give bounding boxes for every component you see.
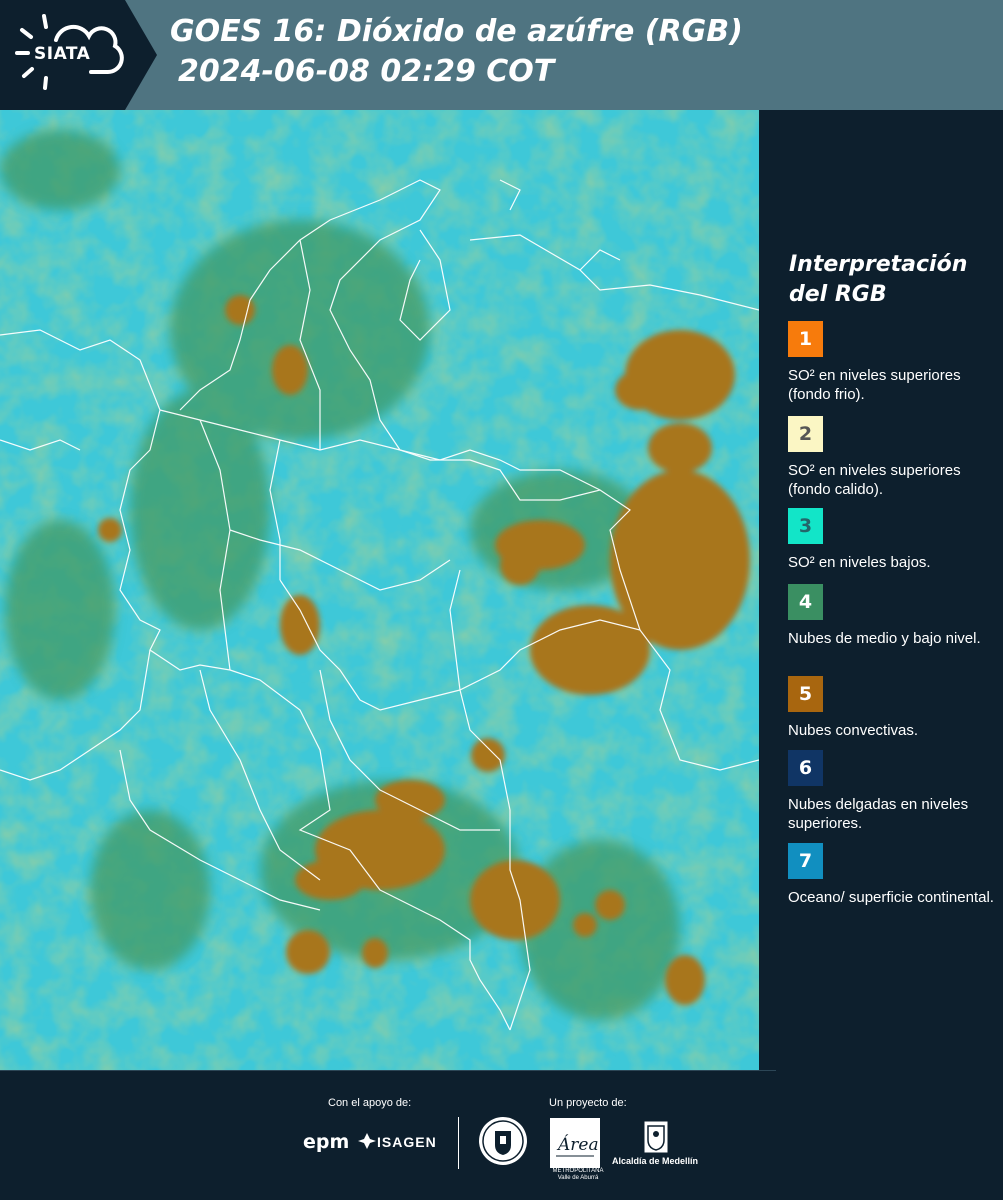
area-logo-text: Área xyxy=(556,1134,599,1155)
legend-swatch-6: 6 xyxy=(788,750,823,786)
legend-label-4: Nubes de medio y bajo nivel. xyxy=(788,630,981,647)
siata-logo-text: SIATA xyxy=(34,44,91,64)
legend-title-line2: del RGB xyxy=(789,282,887,307)
legend-swatch-4: 4 xyxy=(788,584,823,620)
legend-swatch-5: 5 xyxy=(788,676,823,712)
medellin-seal-icon xyxy=(479,1117,527,1165)
alcaldia-shield-icon xyxy=(643,1120,669,1154)
area-subtext-line1: METROPOLITANA xyxy=(552,1168,604,1174)
legend-item-2: 2 SO² en niveles superiores (fondo calid… xyxy=(788,416,998,499)
page-timestamp: 2024-06-08 02:29 COT xyxy=(178,54,555,89)
footer: Con el apoyo de: Un proyecto de: epm ISA… xyxy=(0,1070,1003,1200)
satellite-map xyxy=(0,110,759,1070)
area-metropolitana-subtext: METROPOLITANA Valle de Aburrá xyxy=(548,1168,608,1182)
legend-label-2: SO² en niveles superiores (fondo calido)… xyxy=(788,462,961,498)
epm-logo: epm xyxy=(303,1131,350,1153)
page-title: GOES 16: Dióxido de azúfre (RGB) xyxy=(170,14,743,49)
legend-item-6: 6 Nubes delgadas en niveles superiores. xyxy=(788,750,998,833)
legend-item-3: 3 SO² en niveles bajos. xyxy=(788,508,998,572)
logo-divider xyxy=(458,1117,459,1169)
siata-logo: SIATA xyxy=(0,0,157,110)
legend-label-5: Nubes convectivas. xyxy=(788,722,919,739)
legend-label-7: Oceano/ superficie continental. xyxy=(788,889,994,906)
legend-item-4: 4 Nubes de medio y bajo nivel. xyxy=(788,584,998,648)
legend-label-3: SO² en niveles bajos. xyxy=(788,554,931,571)
project-label: Un proyecto de: xyxy=(549,1097,627,1109)
legend-swatch-7: 7 xyxy=(788,843,823,879)
legend-item-7: 7 Oceano/ superficie continental. xyxy=(788,843,998,907)
support-label: Con el apoyo de: xyxy=(328,1097,412,1109)
legend-title: Interpretación del RGB xyxy=(789,250,967,310)
header-bar: SIATA GOES 16: Dióxido de azúfre (RGB) 2… xyxy=(0,0,1003,110)
legend-swatch-2: 2 xyxy=(788,416,823,452)
legend-panel: Interpretación del RGB 1 SO² en niveles … xyxy=(759,110,1003,1070)
legend-swatch-3: 3 xyxy=(788,508,823,544)
legend-item-5: 5 Nubes convectivas. xyxy=(788,676,998,740)
legend-label-1: SO² en niveles superiores (fondo frio). xyxy=(788,367,961,403)
legend-swatch-1: 1 xyxy=(788,321,823,357)
isagen-logo: ISAGEN xyxy=(377,1134,437,1150)
legend-title-line1: Interpretación xyxy=(789,252,968,277)
legend-label-6: Nubes delgadas en niveles superiores. xyxy=(788,796,969,832)
footer-divider-line xyxy=(0,1070,776,1071)
isagen-icon xyxy=(358,1133,376,1149)
legend-item-1: 1 SO² en niveles superiores (fondo frio)… xyxy=(788,321,998,404)
area-metropolitana-logo: Área xyxy=(550,1118,600,1168)
alcaldia-label: Alcaldía de Medellín xyxy=(612,1156,699,1166)
area-subtext-line2: Valle de Aburrá xyxy=(557,1175,599,1181)
